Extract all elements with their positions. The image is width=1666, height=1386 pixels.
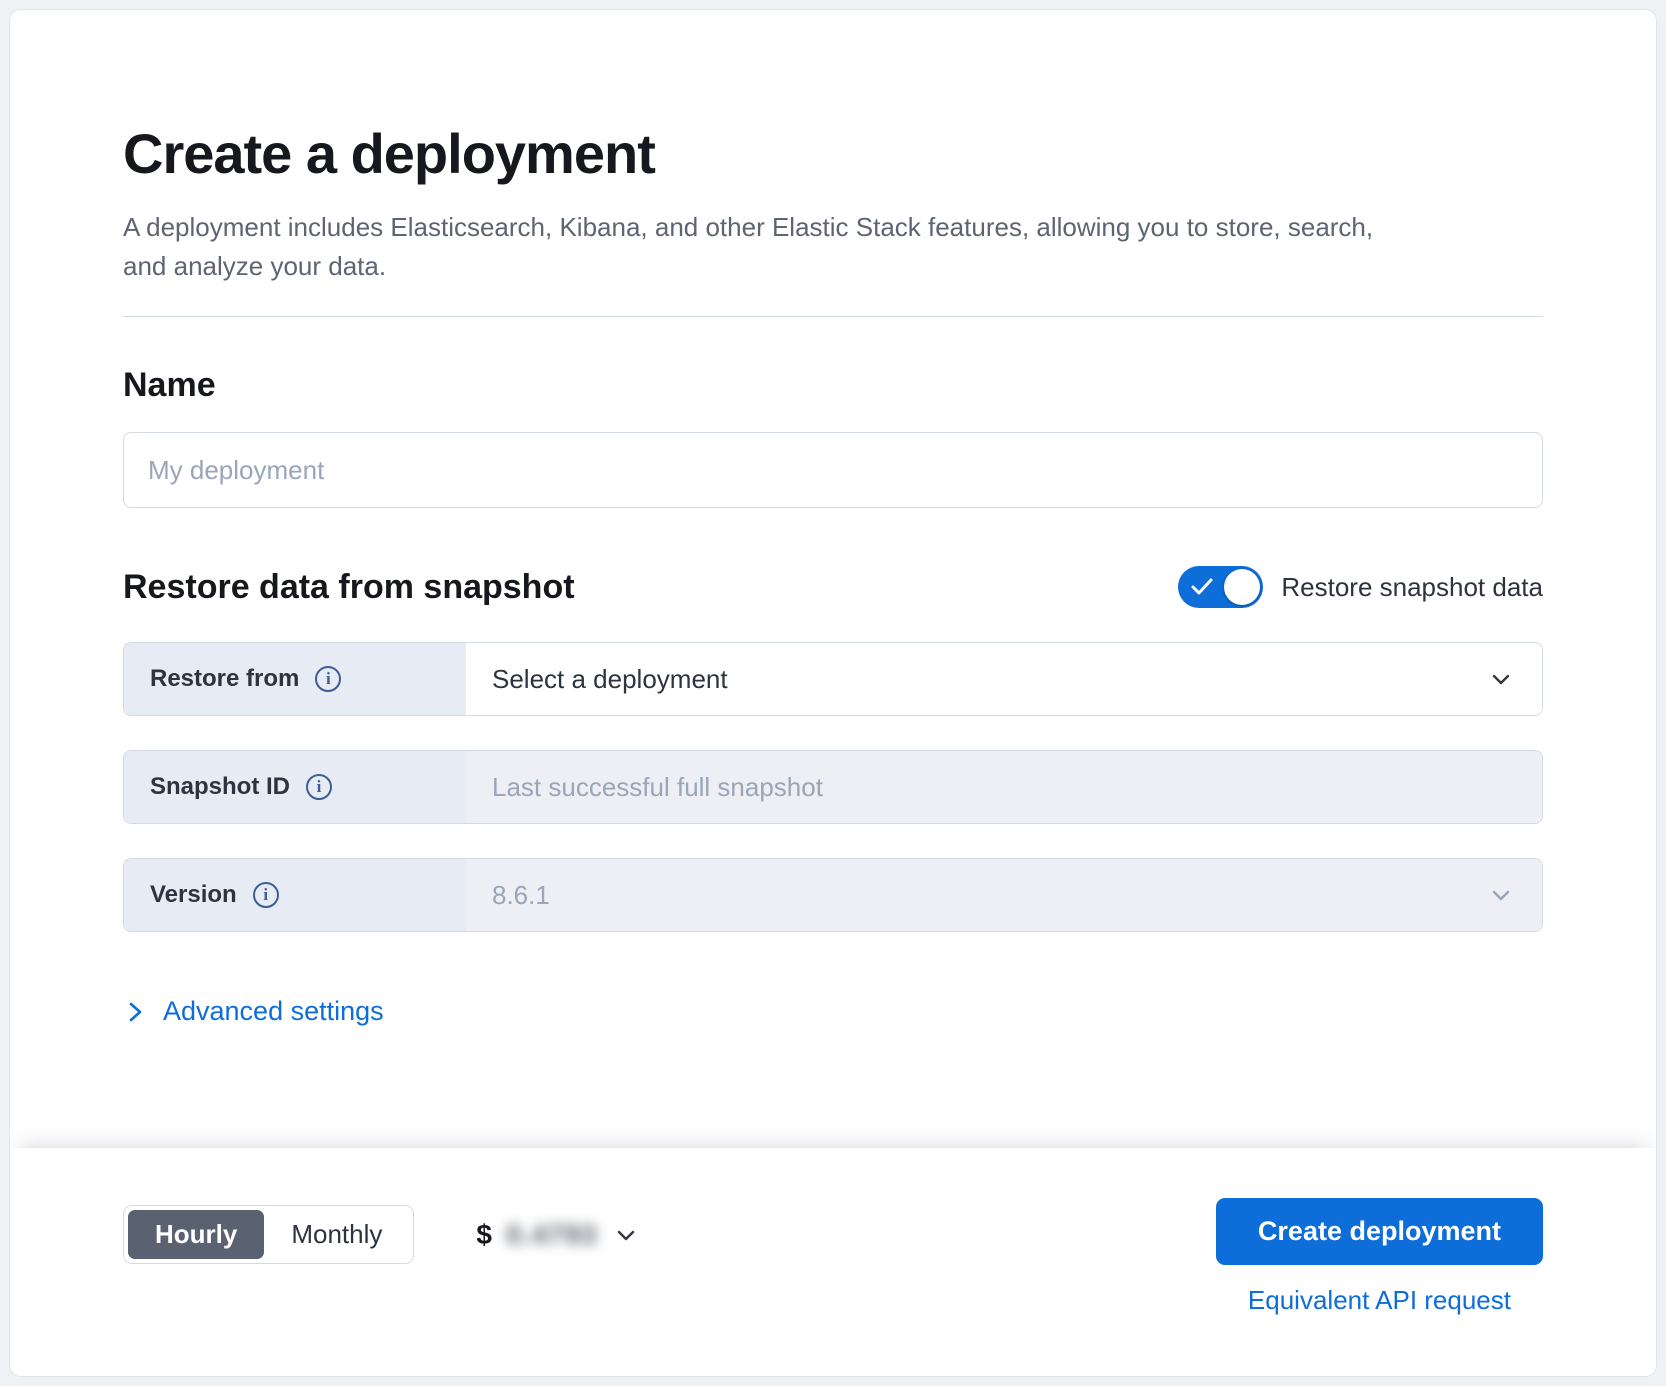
create-deployment-card: Create a deployment A deployment include… [9,9,1657,1377]
billing-controls: Hourly Monthly $ 0.4793 [123,1205,640,1264]
version-select: 8.6.1 [466,859,1542,931]
version-label-cell: Version i [124,859,466,931]
billing-period-toggle: Hourly Monthly [123,1205,414,1264]
restore-snapshot-toggle[interactable] [1178,566,1263,608]
equivalent-api-request-link[interactable]: Equivalent API request [1248,1285,1511,1316]
info-icon[interactable]: i [315,666,341,692]
snapshot-id-value: Last successful full snapshot [492,772,823,803]
chevron-down-icon [612,1221,640,1249]
submit-area: Create deployment Equivalent API request [1216,1198,1543,1316]
name-section-heading: Name [123,365,1543,406]
price-dropdown[interactable]: $ 0.4793 [476,1219,639,1251]
snapshot-id-label: Snapshot ID [150,773,290,801]
chevron-right-icon [123,998,147,1026]
hourly-button[interactable]: Hourly [128,1210,264,1259]
create-deployment-button[interactable]: Create deployment [1216,1198,1543,1265]
deployment-name-input[interactable] [123,432,1543,508]
footer-bar: Hourly Monthly $ 0.4793 Create deploymen… [10,1148,1656,1376]
main-content: Create a deployment A deployment include… [10,10,1656,1148]
restore-from-row: Restore from i Select a deployment [123,642,1543,716]
snapshot-id-label-cell: Snapshot ID i [124,751,466,823]
restore-snapshot-toggle-group: Restore snapshot data [1178,566,1543,608]
toggle-knob [1224,569,1260,605]
price-amount-blurred: 0.4793 [506,1219,598,1251]
info-icon[interactable]: i [253,882,279,908]
check-icon [1191,577,1213,597]
version-label: Version [150,881,237,909]
page-subtitle: A deployment includes Elasticsearch, Kib… [123,208,1413,286]
restore-snapshot-toggle-label: Restore snapshot data [1281,572,1543,603]
info-icon[interactable]: i [306,774,332,800]
divider [123,316,1543,317]
page-title: Create a deployment [123,122,1543,186]
chevron-down-icon [1486,664,1516,694]
restore-from-label: Restore from [150,665,299,693]
monthly-button[interactable]: Monthly [264,1210,409,1259]
snapshot-section-heading: Restore data from snapshot [123,567,575,608]
chevron-down-icon [1486,880,1516,910]
version-value: 8.6.1 [492,880,550,911]
snapshot-section-header: Restore data from snapshot Restore snaps… [123,566,1543,608]
restore-from-label-cell: Restore from i [124,643,466,715]
restore-from-value: Select a deployment [492,664,728,695]
restore-from-select[interactable]: Select a deployment [466,643,1542,715]
version-row: Version i 8.6.1 [123,858,1543,932]
snapshot-id-input: Last successful full snapshot [466,751,1542,823]
currency-symbol: $ [476,1219,492,1251]
snapshot-id-row: Snapshot ID i Last successful full snaps… [123,750,1543,824]
advanced-settings-label: Advanced settings [163,996,384,1027]
advanced-settings-link[interactable]: Advanced settings [123,996,384,1027]
